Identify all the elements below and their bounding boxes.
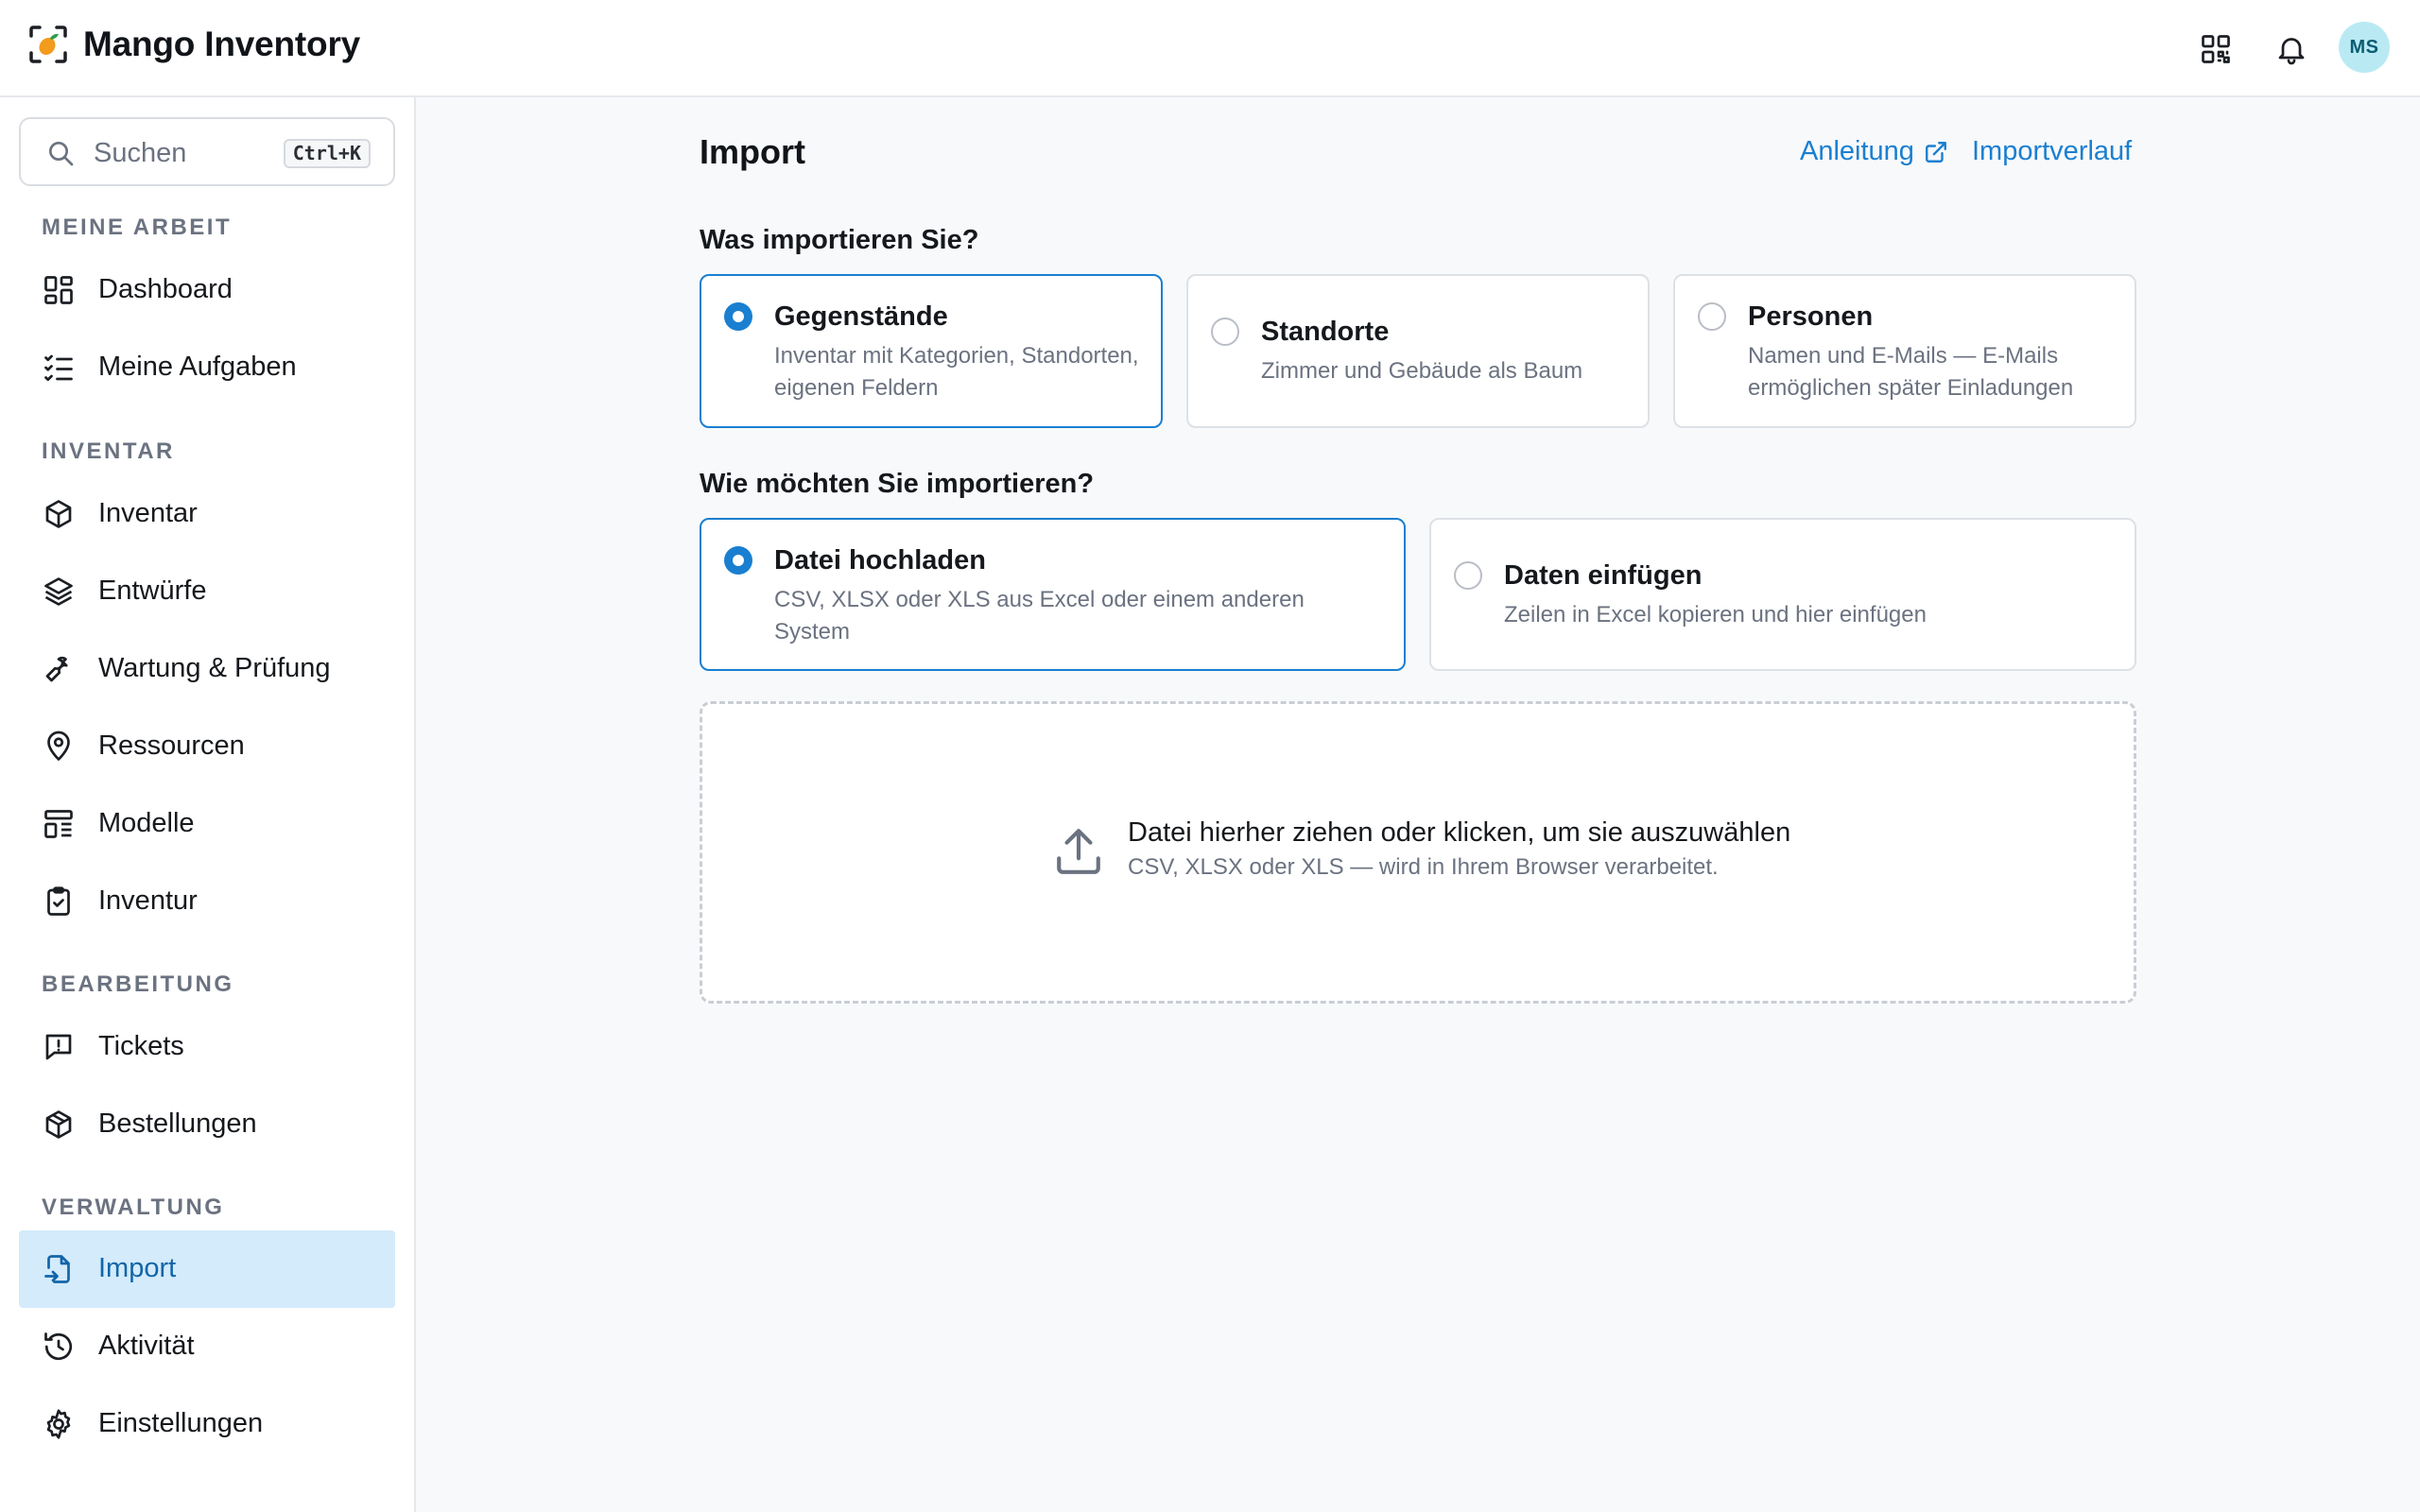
sidebar-item-label: Entwürfe (98, 576, 207, 606)
sidebar-item-label: Meine Aufgaben (98, 352, 297, 382)
sidebar-item-modelle[interactable]: Modelle (19, 785, 395, 863)
qr-code-icon (2202, 35, 2230, 63)
section-label-verwaltung: VERWALTUNG (42, 1194, 225, 1220)
sidebar-item-aktivitaet[interactable]: Aktivität (19, 1308, 395, 1385)
dashboard-icon (44, 276, 73, 304)
sidebar-item-label: Bestellungen (98, 1108, 257, 1139)
option-title: Daten einfügen (1504, 560, 1703, 591)
option-description: CSV, XLSX oder XLS aus Excel oder einem … (774, 587, 1305, 644)
sidebar-item-bestellungen[interactable]: Bestellungen (19, 1086, 395, 1163)
option-title: Personen (1748, 301, 1874, 332)
option-description: Namen und E-Mails — E-Mails ermöglichen … (1748, 343, 2074, 401)
gear-icon (46, 1409, 71, 1439)
option-description: Zeilen in Excel kopieren und hier einfüg… (1504, 602, 1927, 627)
history-icon (44, 1332, 73, 1361)
search-icon (49, 142, 74, 166)
sidebar-item-inventar[interactable]: Inventar (19, 475, 395, 553)
file-dropzone[interactable]: Datei hierher ziehen oder klicken, um si… (700, 701, 2136, 1004)
bell-icon (2278, 38, 2305, 65)
external-link-icon (1925, 141, 1946, 163)
sidebar-item-label: Dashboard (98, 274, 233, 304)
option-daten-einfuegen[interactable]: Daten einfügen Zeilen in Excel kopieren … (1429, 518, 2136, 671)
option-gegenstaende[interactable]: Gegenstände Inventar mit Kategorien, Sta… (700, 274, 1163, 428)
option-description: Inventar mit Kategorien, Standorten, eig… (774, 343, 1139, 401)
sidebar-item-label: Einstellungen (98, 1408, 264, 1438)
sidebar-item-dashboard[interactable]: Dashboard (19, 251, 395, 329)
box-icon (45, 500, 72, 528)
option-datei-hochladen[interactable]: Datei hochladen CSV, XLSX oder XLS aus E… (700, 518, 1406, 671)
sidebar-item-label: Tickets (98, 1031, 184, 1061)
user-avatar[interactable]: MS (2339, 22, 2390, 73)
brand[interactable]: Mango Inventory (28, 25, 360, 64)
sidebar-item-label: Inventar (98, 498, 198, 528)
import-history-link[interactable]: Importverlauf (1972, 136, 2132, 167)
dropzone-title: Datei hierher ziehen oder klicken, um si… (1128, 817, 1791, 848)
mango-logo-icon (29, 26, 67, 63)
dropzone-subtitle: CSV, XLSX oder XLS — wird in Ihrem Brows… (1128, 854, 1719, 880)
radio-daten-einfuegen[interactable] (1454, 561, 1482, 590)
checklist-icon (44, 354, 73, 382)
option-title: Standorte (1261, 317, 1390, 347)
map-pin-icon (47, 730, 70, 761)
sidebar-item-label: Modelle (98, 808, 195, 838)
file-import-icon (44, 1255, 70, 1283)
sidebar-item-ressourcen[interactable]: Ressourcen (19, 708, 395, 785)
radio-standorte[interactable] (1211, 318, 1239, 346)
option-title: Gegenstände (774, 301, 948, 332)
wrench-icon (45, 656, 68, 682)
page-title: Import (700, 132, 805, 171)
template-icon (44, 810, 73, 838)
section-label-inventar: INVENTAR (42, 438, 175, 464)
sidebar-item-label: Aktivität (98, 1331, 195, 1361)
sidebar-item-einstellungen[interactable]: Einstellungen (19, 1385, 395, 1463)
radio-datei-hochladen[interactable] (724, 546, 752, 575)
search-placeholder: Suchen (94, 138, 187, 168)
search-input[interactable]: Suchen Ctrl+K (19, 117, 395, 186)
guide-link-label: Anleitung (1800, 136, 1914, 166)
clipboard-check-icon (47, 886, 70, 916)
package-icon (45, 1110, 72, 1139)
sidebar-item-tickets[interactable]: Tickets (19, 1008, 395, 1086)
sidebar-item-label: Inventur (98, 885, 198, 916)
radio-personen[interactable] (1698, 302, 1726, 331)
layers-icon (44, 577, 73, 606)
sidebar-item-meine-aufgaben[interactable]: Meine Aufgaben (19, 329, 395, 406)
option-description: Zimmer und Gebäude als Baum (1261, 358, 1583, 384)
sidebar-item-entwuerfe[interactable]: Entwürfe (19, 553, 395, 630)
guide-link[interactable]: Anleitung (1800, 136, 1948, 167)
app-title: Mango Inventory (83, 25, 361, 63)
section-label-meine-arbeit: MEINE ARBEIT (42, 215, 233, 240)
option-personen[interactable]: Personen Namen und E-Mails — E-Mails erm… (1673, 274, 2136, 428)
qr-code-button[interactable] (2189, 23, 2242, 76)
sidebar-item-wartung[interactable]: Wartung & Prüfung (19, 630, 395, 708)
sidebar-item-label: Wartung & Prüfung (98, 653, 331, 683)
notifications-button[interactable] (2265, 23, 2318, 76)
sidebar-item-inventur[interactable]: Inventur (19, 863, 395, 940)
top-bar: Mango Inventory MS (0, 0, 2420, 97)
radio-gegenstaende[interactable] (724, 302, 752, 331)
what-question: Was importieren Sie? (700, 225, 979, 255)
section-label-bearbeitung: BEARBEITUNG (42, 971, 234, 997)
search-shortcut-badge: Ctrl+K (283, 139, 371, 168)
option-title: Datei hochladen (774, 545, 986, 576)
sidebar: Suchen Ctrl+K MEINE ARBEIT Dashboard Mei… (0, 97, 416, 1512)
sidebar-item-label: Import (98, 1253, 177, 1283)
how-question: Wie möchten Sie importieren? (700, 469, 1095, 499)
sidebar-item-label: Ressourcen (98, 730, 245, 761)
upload-icon (1057, 829, 1100, 874)
sidebar-item-import[interactable]: Import (19, 1230, 395, 1308)
message-alert-icon (45, 1034, 72, 1060)
option-standorte[interactable]: Standorte Zimmer und Gebäude als Baum (1186, 274, 1650, 428)
